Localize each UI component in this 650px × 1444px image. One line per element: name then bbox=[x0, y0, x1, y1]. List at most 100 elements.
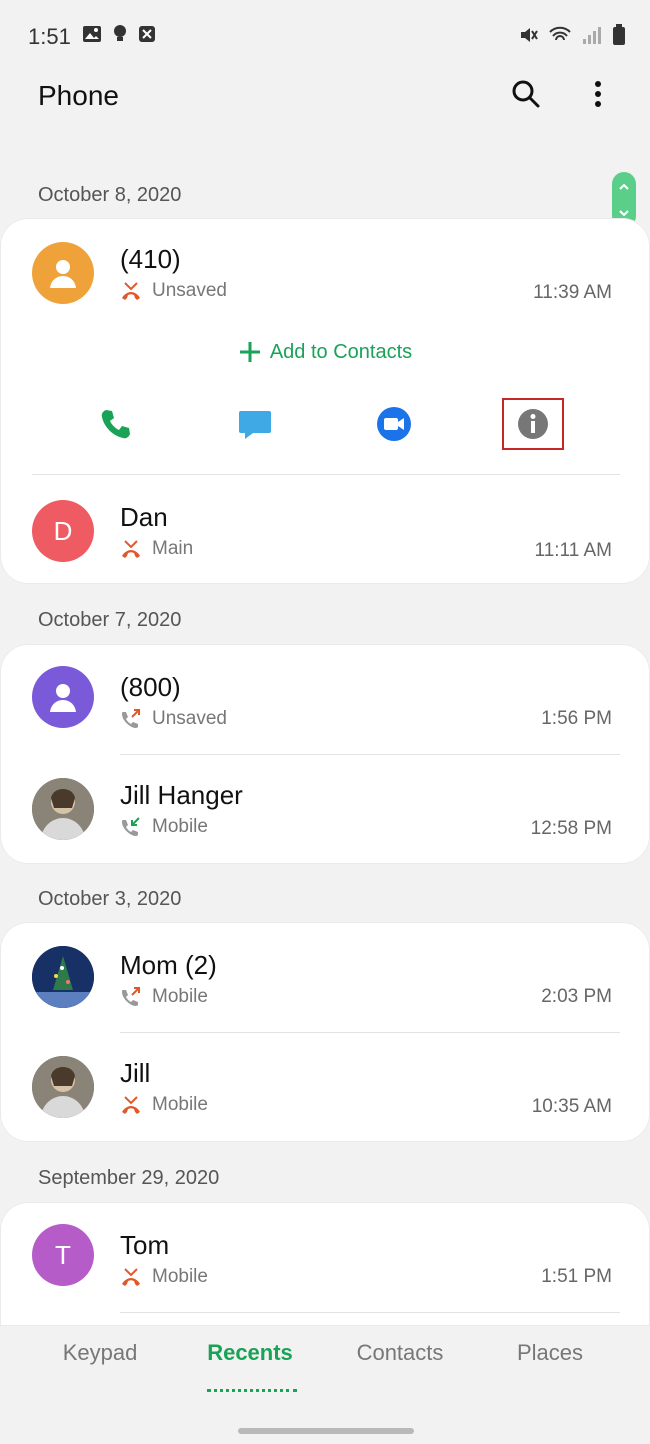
call-group-card: (800) Unsaved 1:56 PM Jill Hanger Mobile… bbox=[0, 644, 650, 864]
date-header: October 7, 2020 bbox=[38, 609, 182, 631]
missed-call-icon bbox=[122, 540, 140, 558]
signal-icon bbox=[583, 27, 601, 44]
chevron-up-down-icon bbox=[619, 183, 629, 217]
bulb-notification-icon bbox=[114, 25, 126, 41]
caller-name: Mom (2) bbox=[120, 950, 217, 980]
missed-call-icon bbox=[122, 1096, 140, 1114]
highlight-box bbox=[502, 398, 564, 450]
call-meta: Mobile bbox=[120, 986, 208, 1008]
message-button[interactable] bbox=[225, 394, 285, 454]
call-meta: Unsaved bbox=[120, 708, 227, 730]
call-log-item[interactable]: Jill Mobile 10:35 AM bbox=[0, 1032, 650, 1144]
outgoing-call-icon bbox=[122, 709, 140, 728]
call-time: 2:03 PM bbox=[541, 986, 612, 1007]
missed-call-icon bbox=[122, 282, 140, 300]
contact-photo-icon bbox=[32, 946, 94, 1008]
contact-photo-icon bbox=[32, 778, 94, 840]
date-header: October 3, 2020 bbox=[38, 888, 182, 910]
video-call-button[interactable] bbox=[364, 394, 424, 454]
incoming-call-icon bbox=[122, 817, 140, 836]
call-number-type: Unsaved bbox=[152, 280, 227, 301]
add-to-contacts-label: Add to Contacts bbox=[269, 340, 413, 363]
battery-icon bbox=[613, 24, 625, 45]
redacted-block bbox=[196, 242, 318, 276]
home-indicator[interactable] bbox=[238, 1428, 414, 1434]
contact-photo-icon bbox=[32, 1056, 94, 1118]
details-button[interactable] bbox=[502, 398, 564, 450]
plus-icon bbox=[239, 342, 260, 362]
call-meta: Unsaved bbox=[120, 280, 227, 302]
avatar-letter: D bbox=[53, 515, 73, 546]
search-icon bbox=[512, 80, 540, 108]
divider bbox=[120, 1312, 620, 1313]
status-time: 1:51 bbox=[28, 24, 71, 49]
tab-contacts[interactable]: Contacts bbox=[325, 1340, 475, 1366]
call-number-type: Unsaved bbox=[152, 708, 227, 729]
image-notification-icon bbox=[83, 26, 101, 42]
caller-name: (800) bbox=[120, 672, 181, 702]
info-icon bbox=[518, 409, 548, 439]
call-meta: Main bbox=[120, 538, 193, 560]
missed-call-icon bbox=[122, 1268, 140, 1286]
page-title: Phone bbox=[38, 80, 119, 111]
redacted-block bbox=[194, 668, 314, 702]
search-button[interactable] bbox=[508, 76, 544, 112]
caller-name: Jill Hanger bbox=[120, 780, 243, 810]
tab-recents[interactable]: Recents bbox=[175, 1340, 325, 1366]
caller-name: Dan bbox=[120, 502, 168, 532]
bottom-tab-bar: Keypad Recents Contacts Places bbox=[0, 1340, 650, 1400]
tab-keypad[interactable]: Keypad bbox=[25, 1340, 175, 1366]
add-to-contacts-button[interactable]: Add to Contacts bbox=[0, 340, 650, 364]
call-number-type: Mobile bbox=[152, 1266, 208, 1287]
call-time: 11:39 AM bbox=[533, 282, 612, 303]
more-vert-icon bbox=[595, 81, 601, 107]
call-button[interactable] bbox=[86, 394, 146, 454]
call-log-item[interactable]: Mom (2) Mobile 2:03 PM bbox=[0, 922, 650, 1034]
more-options-button[interactable] bbox=[580, 76, 616, 112]
avatar bbox=[32, 242, 94, 304]
call-meta: Mobile bbox=[120, 1266, 208, 1288]
person-icon bbox=[50, 684, 76, 712]
active-tab-indicator bbox=[207, 1385, 297, 1392]
call-number-type: Main bbox=[152, 538, 194, 559]
date-header: October 8, 2020 bbox=[38, 184, 182, 206]
call-number-type: Mobile bbox=[152, 816, 208, 837]
contact-photo bbox=[32, 778, 94, 840]
call-actions bbox=[0, 394, 650, 454]
call-group-card: Mom (2) Mobile 2:03 PM Jill Mobile 10:35… bbox=[0, 922, 650, 1142]
call-time: 10:35 AM bbox=[531, 1096, 612, 1117]
mute-icon bbox=[521, 28, 538, 42]
call-time: 12:58 PM bbox=[530, 818, 612, 839]
tab-places[interactable]: Places bbox=[475, 1340, 625, 1366]
avatar bbox=[32, 666, 94, 728]
call-group-card: T Tom Mobile 1:51 PM bbox=[0, 1202, 650, 1326]
call-log-item[interactable]: T Tom Mobile 1:51 PM bbox=[0, 1202, 650, 1314]
app-notification-icon bbox=[139, 26, 155, 42]
call-log-item[interactable]: (800) Unsaved 1:56 PM bbox=[0, 644, 650, 756]
avatar-letter: T bbox=[55, 1239, 71, 1270]
person-icon bbox=[50, 260, 76, 288]
contact-photo bbox=[32, 1056, 94, 1118]
status-icons-right bbox=[518, 24, 626, 46]
call-log-item[interactable]: D Dan Main 11:11 AM bbox=[0, 476, 650, 588]
redacted-block bbox=[176, 500, 264, 534]
call-log-item-expanded[interactable]: (410) Unsaved 11:39 AM Add to Contacts bbox=[0, 218, 650, 468]
wifi-icon bbox=[549, 26, 571, 41]
status-icons-left bbox=[82, 24, 156, 44]
call-group-card: (410) Unsaved 11:39 AM Add to Contacts D… bbox=[0, 218, 650, 584]
divider bbox=[32, 474, 620, 475]
message-icon bbox=[239, 411, 271, 439]
phone-icon bbox=[101, 410, 130, 439]
call-number-type: Mobile bbox=[152, 986, 208, 1007]
call-meta: Mobile bbox=[120, 1094, 208, 1116]
avatar: D bbox=[32, 500, 94, 562]
video-call-icon bbox=[377, 407, 411, 441]
call-log-item[interactable]: Jill Hanger Mobile 12:58 PM bbox=[0, 754, 650, 866]
call-time: 1:56 PM bbox=[541, 708, 612, 729]
call-number-type: Mobile bbox=[152, 1094, 208, 1115]
call-time: 11:11 AM bbox=[534, 540, 612, 561]
outgoing-call-icon bbox=[122, 987, 140, 1006]
caller-name: Tom bbox=[120, 1230, 170, 1260]
redacted-block bbox=[178, 1226, 264, 1260]
date-header: September 29, 2020 bbox=[38, 1167, 220, 1189]
